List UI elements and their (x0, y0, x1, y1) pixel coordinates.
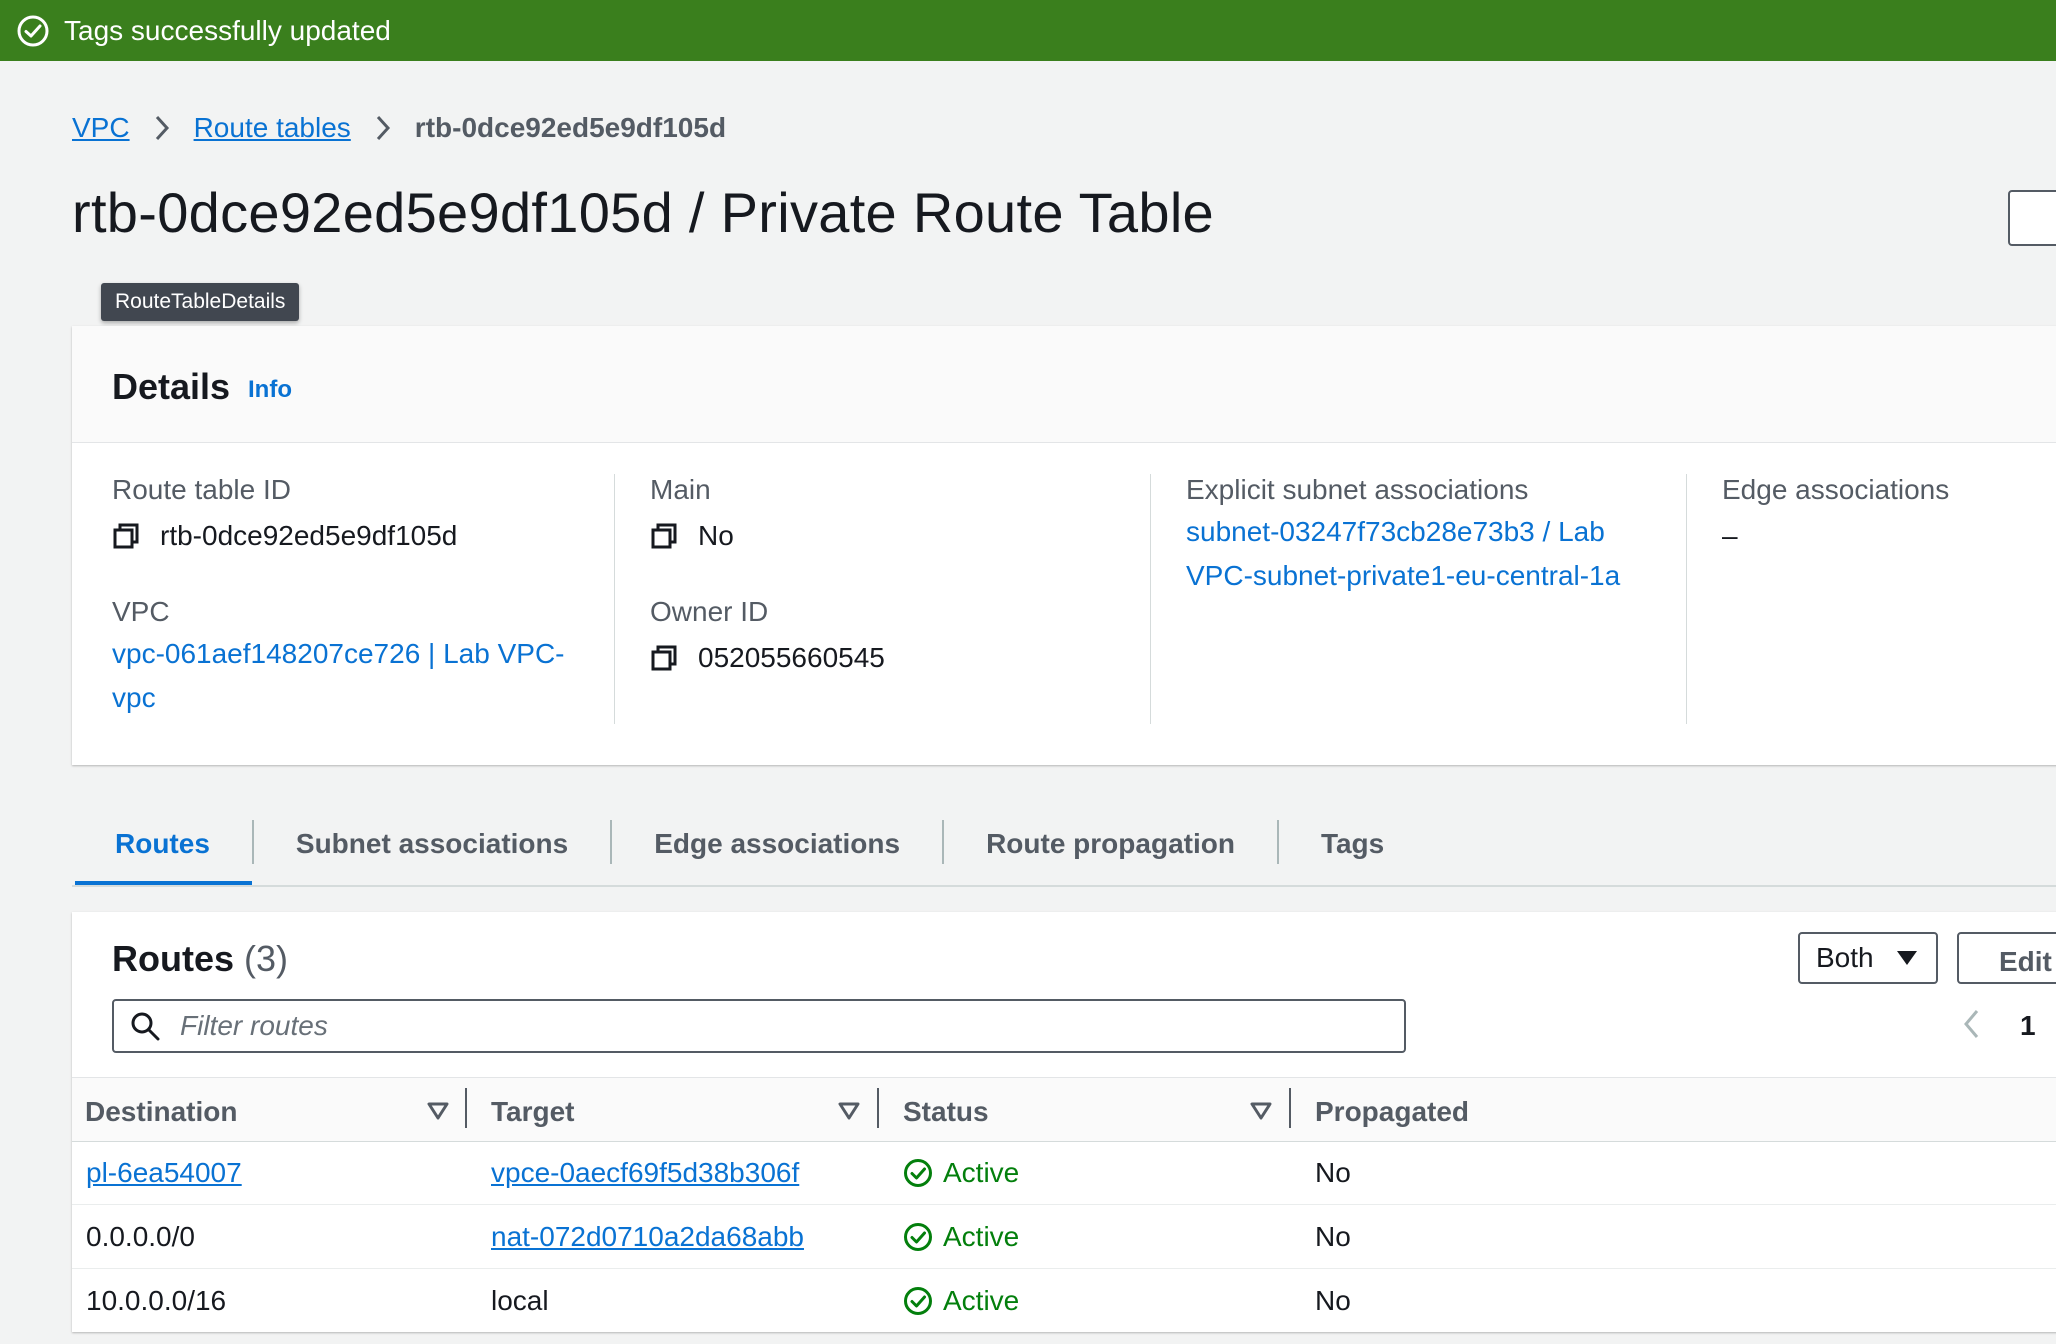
column-resizer[interactable] (1289, 1088, 1291, 1128)
status-cell: Active (903, 1221, 1019, 1253)
column-divider (1686, 474, 1687, 724)
main-value: No (650, 520, 885, 552)
sort-caret-icon[interactable] (838, 1102, 860, 1120)
tab-subnet-associations[interactable]: Subnet associations (254, 820, 610, 886)
details-column-2: Main No Owner ID 052055660545 (650, 474, 885, 674)
breadcrumb-current: rtb-0dce92ed5e9df105d (414, 112, 727, 143)
details-column-1: Route table ID rtb-0dce92ed5e9df105d VPC… (112, 474, 564, 720)
owner-id-label: Owner ID (650, 596, 769, 627)
page-title: rtb-0dce92ed5e9df105d / Private Route Ta… (72, 181, 1215, 244)
details-title: Details (112, 366, 231, 407)
destination-link[interactable]: pl-6ea54007 (86, 1157, 242, 1189)
owner-id-text: 052055660545 (698, 642, 885, 673)
target-link[interactable]: nat-072d0710a2da68abb (491, 1221, 804, 1253)
destination-cell: 0.0.0.0/0 (86, 1221, 195, 1252)
routes-count: (3) (244, 938, 289, 979)
status-positive-icon (904, 1159, 932, 1187)
vpc-link-line2[interactable]: vpc (112, 676, 564, 720)
target-cell: local (491, 1285, 549, 1316)
chevron-right-icon (375, 114, 391, 142)
info-link[interactable]: Info (248, 376, 292, 404)
route-table-id-label: Route table ID (112, 474, 291, 505)
tab-edge-associations[interactable]: Edge associations (612, 820, 942, 886)
copy-icon[interactable] (112, 522, 140, 550)
route-filter-select[interactable]: Both (1798, 932, 1938, 984)
routes-heading: Routes (3) (112, 938, 288, 980)
route-table-id-value: rtb-0dce92ed5e9df105d (112, 520, 564, 552)
details-header: Details Info (72, 326, 2056, 443)
table-row: pl-6ea54007 vpce-0aecf69f5d38b306f Activ… (72, 1141, 2056, 1205)
column-status[interactable]: Status (903, 1096, 989, 1128)
status-positive-icon (904, 1223, 932, 1251)
propagated-cell: No (1315, 1157, 1351, 1188)
status-cell: Active (903, 1285, 1019, 1317)
breadcrumb-vpc-link[interactable]: VPC (72, 112, 130, 144)
explicit-subnet-label: Explicit subnet associations (1186, 474, 1529, 505)
routes-title: Routes (112, 938, 235, 979)
routes-panel: Routes (3) Both Edit 1 Destination Targe… (72, 912, 2056, 1332)
owner-id-value: 052055660545 (650, 642, 885, 674)
subnet-link-line1[interactable]: subnet-03247f73cb28e73b3 / Lab (1186, 510, 1620, 554)
vpc-label: VPC (112, 596, 170, 627)
sort-caret-icon[interactable] (427, 1102, 449, 1120)
table-row: 10.0.0.0/16 local Active No (72, 1269, 2056, 1332)
main-label: Main (650, 474, 711, 505)
sort-caret-icon[interactable] (1250, 1102, 1272, 1120)
column-target[interactable]: Target (491, 1096, 575, 1128)
details-column-3: Explicit subnet associations subnet-0324… (1186, 474, 1620, 598)
main-text: No (698, 520, 734, 551)
table-header: Destination Target Status Propagated (72, 1077, 2056, 1142)
target-link[interactable]: vpce-0aecf69f5d38b306f (491, 1157, 799, 1189)
success-flashbar: Tags successfully updated (0, 0, 2056, 61)
check-circle-icon (17, 15, 49, 46)
status-text: Active (943, 1221, 1020, 1252)
edit-routes-button[interactable]: Edit (1957, 932, 2056, 984)
route-table-id-text: rtb-0dce92ed5e9df105d (160, 520, 458, 551)
column-divider (614, 474, 615, 724)
edge-associations-label: Edge associations (1722, 474, 1950, 505)
column-resizer[interactable] (877, 1088, 879, 1128)
tab-route-propagation[interactable]: Route propagation (944, 820, 1277, 886)
tooltip: RouteTableDetails (101, 283, 300, 321)
column-destination[interactable]: Destination (85, 1096, 237, 1128)
edge-associations-value: – (1722, 520, 1738, 551)
status-cell: Active (903, 1157, 1019, 1189)
details-panel: Details Info Route table ID rtb-0dce92ed… (72, 326, 2056, 765)
tab-routes[interactable]: Routes (75, 820, 252, 886)
vpc-link-line1[interactable]: vpc-061aef148207ce726 | Lab VPC- (112, 632, 564, 676)
actions-button[interactable] (2008, 190, 2056, 246)
copy-icon[interactable] (650, 644, 678, 672)
flash-message: Tags successfully updated (64, 14, 391, 46)
details-column-4: Edge associations – (1722, 474, 1949, 552)
breadcrumb: VPC Route tables rtb-0dce92ed5e9df105d (72, 112, 726, 144)
breadcrumb-route-tables-link[interactable]: Route tables (194, 112, 351, 144)
column-destination-label: Destination (85, 1096, 238, 1127)
pagination-prev-icon[interactable] (1962, 1008, 1980, 1048)
tab-tags[interactable]: Tags (1279, 820, 1426, 886)
propagated-cell: No (1315, 1221, 1351, 1252)
column-divider (1150, 474, 1151, 724)
status-text: Active (943, 1157, 1020, 1188)
filter-routes-field[interactable] (112, 999, 1406, 1053)
tab-list: Routes Subnet associations Edge associat… (75, 820, 1426, 886)
subnet-link-line2[interactable]: VPC-subnet-private1-eu-central-1a (1186, 554, 1620, 598)
table-row: 0.0.0.0/0 nat-072d0710a2da68abb Active N… (72, 1205, 2056, 1269)
caret-down-icon (1897, 951, 1917, 965)
route-filter-value: Both (1816, 942, 1874, 973)
destination-cell: 10.0.0.0/16 (86, 1285, 227, 1316)
chevron-right-icon (154, 114, 170, 142)
column-propagated[interactable]: Propagated (1315, 1096, 1469, 1128)
propagated-cell: No (1315, 1285, 1351, 1316)
column-resizer[interactable] (465, 1088, 467, 1128)
status-text: Active (943, 1285, 1020, 1316)
filter-routes-input[interactable] (178, 1009, 1282, 1043)
tabs-underline (72, 885, 2056, 887)
copy-icon[interactable] (650, 522, 678, 550)
pagination-page[interactable]: 1 (2020, 1010, 2036, 1042)
status-positive-icon (904, 1287, 932, 1315)
search-icon (131, 1012, 160, 1041)
